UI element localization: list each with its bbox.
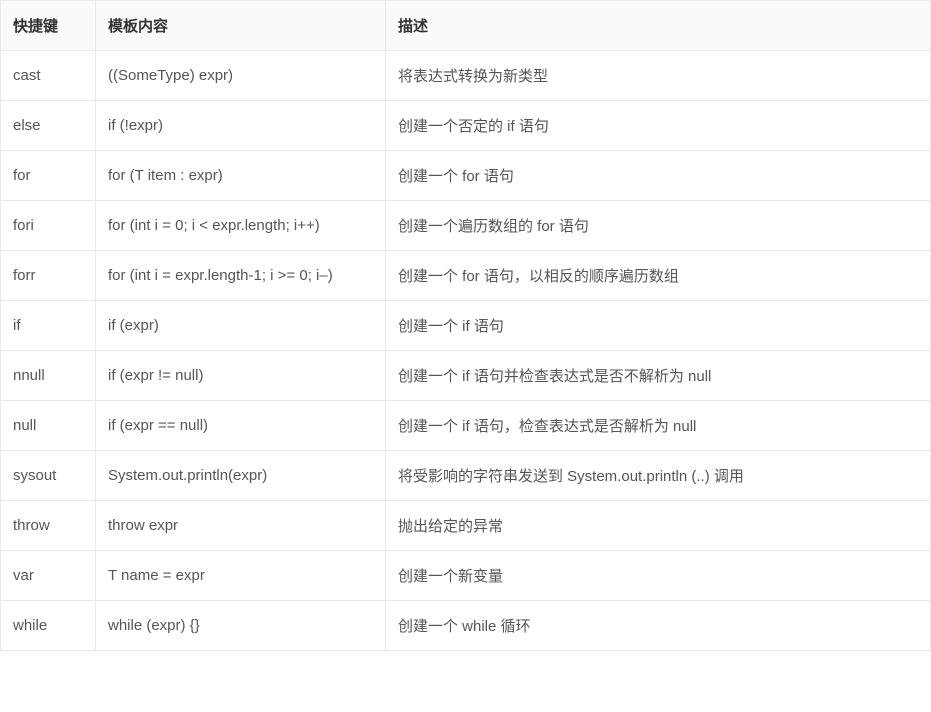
cell-template: for (int i = expr.length-1; i >= 0; i–) <box>96 251 386 301</box>
cell-desc: 创建一个 if 语句，检查表达式是否解析为 null <box>386 401 931 451</box>
cell-desc: 创建一个 while 循环 <box>386 601 931 651</box>
cell-shortcut: throw <box>1 501 96 551</box>
cell-template: throw expr <box>96 501 386 551</box>
table-row: sysout System.out.println(expr) 将受影响的字符串… <box>1 451 931 501</box>
cell-shortcut: fori <box>1 201 96 251</box>
shortcut-table: 快捷键 模板内容 描述 cast ((SomeType) expr) 将表达式转… <box>0 0 931 651</box>
cell-shortcut: null <box>1 401 96 451</box>
cell-shortcut: if <box>1 301 96 351</box>
cell-shortcut: nnull <box>1 351 96 401</box>
cell-shortcut: forr <box>1 251 96 301</box>
table-row: var T name = expr 创建一个新变量 <box>1 551 931 601</box>
cell-desc: 创建一个 if 语句并检查表达式是否不解析为 null <box>386 351 931 401</box>
table-row: cast ((SomeType) expr) 将表达式转换为新类型 <box>1 51 931 101</box>
cell-desc: 创建一个 if 语句 <box>386 301 931 351</box>
table-row: else if (!expr) 创建一个否定的 if 语句 <box>1 101 931 151</box>
cell-desc: 创建一个否定的 if 语句 <box>386 101 931 151</box>
table-row: nnull if (expr != null) 创建一个 if 语句并检查表达式… <box>1 351 931 401</box>
cell-desc: 抛出给定的异常 <box>386 501 931 551</box>
cell-shortcut: sysout <box>1 451 96 501</box>
cell-desc: 将受影响的字符串发送到 System.out.println (..) 调用 <box>386 451 931 501</box>
cell-desc: 创建一个 for 语句 <box>386 151 931 201</box>
col-header-template: 模板内容 <box>96 1 386 51</box>
cell-template: ((SomeType) expr) <box>96 51 386 101</box>
table-row: forr for (int i = expr.length-1; i >= 0;… <box>1 251 931 301</box>
table-row: if if (expr) 创建一个 if 语句 <box>1 301 931 351</box>
cell-shortcut: cast <box>1 51 96 101</box>
cell-template: T name = expr <box>96 551 386 601</box>
cell-template: if (expr != null) <box>96 351 386 401</box>
cell-shortcut: for <box>1 151 96 201</box>
cell-shortcut: while <box>1 601 96 651</box>
table-row: null if (expr == null) 创建一个 if 语句，检查表达式是… <box>1 401 931 451</box>
cell-desc: 创建一个遍历数组的 for 语句 <box>386 201 931 251</box>
col-header-shortcut: 快捷键 <box>1 1 96 51</box>
cell-template: if (!expr) <box>96 101 386 151</box>
cell-template: while (expr) {} <box>96 601 386 651</box>
table-row: for for (T item : expr) 创建一个 for 语句 <box>1 151 931 201</box>
table-header-row: 快捷键 模板内容 描述 <box>1 1 931 51</box>
cell-template: for (T item : expr) <box>96 151 386 201</box>
table-row: fori for (int i = 0; i < expr.length; i+… <box>1 201 931 251</box>
table-row: throw throw expr 抛出给定的异常 <box>1 501 931 551</box>
cell-template: if (expr == null) <box>96 401 386 451</box>
cell-desc: 将表达式转换为新类型 <box>386 51 931 101</box>
cell-template: System.out.println(expr) <box>96 451 386 501</box>
cell-shortcut: var <box>1 551 96 601</box>
cell-shortcut: else <box>1 101 96 151</box>
col-header-desc: 描述 <box>386 1 931 51</box>
cell-template: for (int i = 0; i < expr.length; i++) <box>96 201 386 251</box>
table-row: while while (expr) {} 创建一个 while 循环 <box>1 601 931 651</box>
cell-desc: 创建一个 for 语句，以相反的顺序遍历数组 <box>386 251 931 301</box>
cell-template: if (expr) <box>96 301 386 351</box>
cell-desc: 创建一个新变量 <box>386 551 931 601</box>
